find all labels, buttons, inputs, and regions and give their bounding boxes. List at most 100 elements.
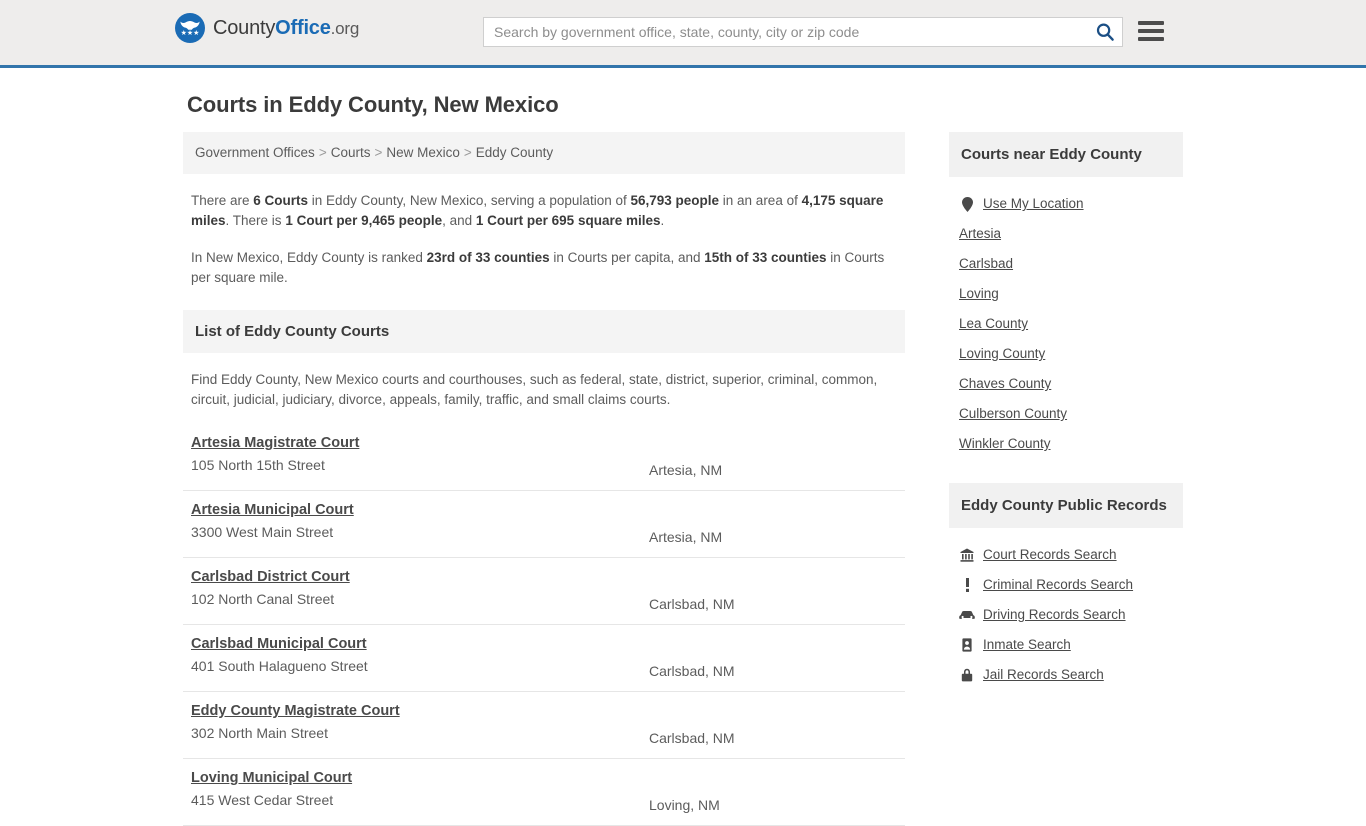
- court-city: Loving, NM: [649, 797, 720, 813]
- eagle-logo-icon: ★★★: [175, 13, 205, 43]
- court-address: 302 North Main Street: [191, 725, 328, 741]
- court-city: Artesia, NM: [649, 529, 723, 545]
- sidebar-link-label[interactable]: Use My Location: [983, 195, 1084, 213]
- court-name-link[interactable]: Loving Municipal Court: [191, 770, 352, 786]
- sidebar-item-inmate-search[interactable]: Inmate Search: [959, 636, 1183, 654]
- sidebar-link-label[interactable]: Criminal Records Search: [983, 576, 1133, 594]
- table-row: Eddy County Magistrate Court 302 North M…: [183, 692, 905, 759]
- menu-bar-icon: [1138, 29, 1164, 33]
- breadcrumb-item-new-mexico[interactable]: New Mexico: [386, 145, 460, 160]
- court-list: Artesia Magistrate Court 105 North 15th …: [183, 424, 905, 826]
- sidebar-item-culberson-county[interactable]: Culberson County: [959, 405, 1183, 423]
- sidebar-link-label[interactable]: Carlsbad: [959, 255, 1013, 273]
- intro-text: in an area of: [719, 193, 802, 208]
- court-address: 105 North 15th Street: [191, 457, 325, 473]
- breadcrumb-item-government-offices[interactable]: Government Offices: [195, 145, 315, 160]
- court-address: 415 West Cedar Street: [191, 792, 334, 808]
- intro-statistics: There are 6 Courts in Eddy County, New M…: [183, 191, 905, 288]
- sidebar-item-jail-records-search[interactable]: Jail Records Search: [959, 666, 1183, 684]
- sidebar-link-label[interactable]: Inmate Search: [983, 636, 1071, 654]
- exclamation-icon: [959, 578, 975, 592]
- intro-text: in Eddy County, New Mexico, serving a po…: [308, 193, 631, 208]
- brand-part-org: .org: [330, 18, 360, 38]
- intro-text: . There is: [225, 213, 286, 228]
- sidebar-link-label[interactable]: Driving Records Search: [983, 606, 1126, 624]
- stat-rank-per-sq-mile: 15th of 33 counties: [704, 250, 827, 265]
- court-city: Artesia, NM: [649, 462, 723, 478]
- sidebar-item-artesia[interactable]: Artesia: [959, 225, 1183, 243]
- table-row: Loving Municipal Court 415 West Cedar St…: [183, 759, 905, 826]
- car-icon: [959, 610, 975, 620]
- brand-part-county: County: [213, 16, 276, 39]
- sidebar-item-use-my-location[interactable]: Use My Location: [959, 195, 1183, 213]
- menu-bar-icon: [1138, 37, 1164, 41]
- map-pin-icon: [959, 196, 975, 212]
- sidebar-item-court-records-search[interactable]: Court Records Search: [959, 546, 1183, 564]
- intro-text: in Courts per capita, and: [549, 250, 705, 265]
- court-city: Carlsbad, NM: [649, 663, 735, 679]
- sidebar-item-driving-records-search[interactable]: Driving Records Search: [959, 606, 1183, 624]
- stat-rank-per-capita: 23rd of 33 counties: [426, 250, 550, 265]
- search-icon: [1096, 22, 1114, 41]
- stat-court-per-people: 1 Court per 9,465 people: [285, 213, 443, 228]
- page-title: Courts in Eddy County, New Mexico: [187, 92, 559, 117]
- breadcrumb-item-courts[interactable]: Courts: [331, 145, 371, 160]
- intro-paragraph-1: There are 6 Courts in Eddy County, New M…: [191, 191, 897, 231]
- court-address: 401 South Halagueno Street: [191, 658, 368, 674]
- sidebar-item-chaves-county[interactable]: Chaves County: [959, 375, 1183, 393]
- court-address: 3300 West Main Street: [191, 524, 334, 540]
- table-row: Carlsbad District Court 102 North Canal …: [183, 558, 905, 625]
- intro-text: There are: [191, 193, 254, 208]
- sidebar: Courts near Eddy County Use My Location …: [949, 132, 1183, 684]
- table-row: Carlsbad Municipal Court 401 South Halag…: [183, 625, 905, 692]
- sidebar-link-label[interactable]: Loving: [959, 285, 999, 303]
- court-name-link[interactable]: Eddy County Magistrate Court: [191, 703, 400, 719]
- id-card-icon: [959, 638, 975, 652]
- breadcrumb: Government Offices > Courts > New Mexico > Edd…: [183, 132, 905, 174]
- sidebar-item-criminal-records-search[interactable]: Criminal Records Search: [959, 576, 1183, 594]
- brand-part-office: Office: [275, 16, 331, 39]
- main-content: Government Offices > Courts > New Mexico > Edd…: [183, 132, 905, 826]
- court-name-link[interactable]: Carlsbad District Court: [191, 569, 350, 585]
- search-button[interactable]: [1092, 21, 1118, 45]
- stat-population: 56,793 people: [630, 193, 720, 208]
- court-name-link[interactable]: Artesia Municipal Court: [191, 502, 354, 518]
- search-input[interactable]: [484, 18, 1084, 46]
- breadcrumb-separator: >: [463, 145, 472, 160]
- sidebar-link-label[interactable]: Chaves County: [959, 375, 1051, 393]
- court-city: Carlsbad, NM: [649, 596, 735, 612]
- sidebar-link-label[interactable]: Culberson County: [959, 405, 1067, 423]
- intro-text: In New Mexico, Eddy County is ranked: [191, 250, 427, 265]
- brand-wordmark: CountyOffice.org: [213, 17, 359, 40]
- table-row: Artesia Municipal Court 3300 West Main S…: [183, 491, 905, 558]
- court-name-link[interactable]: Carlsbad Municipal Court: [191, 636, 367, 652]
- hamburger-menu-button[interactable]: [1138, 18, 1164, 44]
- menu-bar-icon: [1138, 21, 1164, 25]
- sidebar-item-lea-county[interactable]: Lea County: [959, 315, 1183, 333]
- sidebar-item-winkler-county[interactable]: Winkler County: [959, 435, 1183, 453]
- sidebar-link-label[interactable]: Court Records Search: [983, 546, 1117, 564]
- list-section-heading: List of Eddy County Courts: [183, 310, 905, 353]
- stat-court-count: 6 Courts: [253, 193, 309, 208]
- sidebar-link-label[interactable]: Winkler County: [959, 435, 1051, 453]
- courthouse-icon: [959, 548, 975, 562]
- sidebar-link-label[interactable]: Loving County: [959, 345, 1045, 363]
- intro-paragraph-2: In New Mexico, Eddy County is ranked 23r…: [191, 248, 897, 288]
- court-name-link[interactable]: Artesia Magistrate Court: [191, 435, 359, 451]
- sidebar-item-loving-county[interactable]: Loving County: [959, 345, 1183, 363]
- lock-icon: [959, 668, 975, 682]
- site-header: ★★★ CountyOffice.org: [0, 0, 1366, 68]
- breadcrumb-separator: >: [318, 145, 327, 160]
- sidebar-link-label[interactable]: Artesia: [959, 225, 1001, 243]
- stars-icon: ★★★: [180, 30, 200, 37]
- sidebar-item-loving[interactable]: Loving: [959, 285, 1183, 303]
- intro-text: .: [660, 213, 665, 228]
- search-bar: [483, 17, 1123, 47]
- site-logo[interactable]: ★★★ CountyOffice.org: [175, 13, 359, 43]
- sidebar-link-label[interactable]: Lea County: [959, 315, 1028, 333]
- sidebar-link-label[interactable]: Jail Records Search: [983, 666, 1104, 684]
- public-records-list: Court Records Search Criminal Records Se…: [949, 528, 1183, 684]
- sidebar-item-carlsbad[interactable]: Carlsbad: [959, 255, 1183, 273]
- stat-court-per-area: 1 Court per 695 square miles: [475, 213, 661, 228]
- breadcrumb-item-eddy-county[interactable]: Eddy County: [476, 145, 553, 160]
